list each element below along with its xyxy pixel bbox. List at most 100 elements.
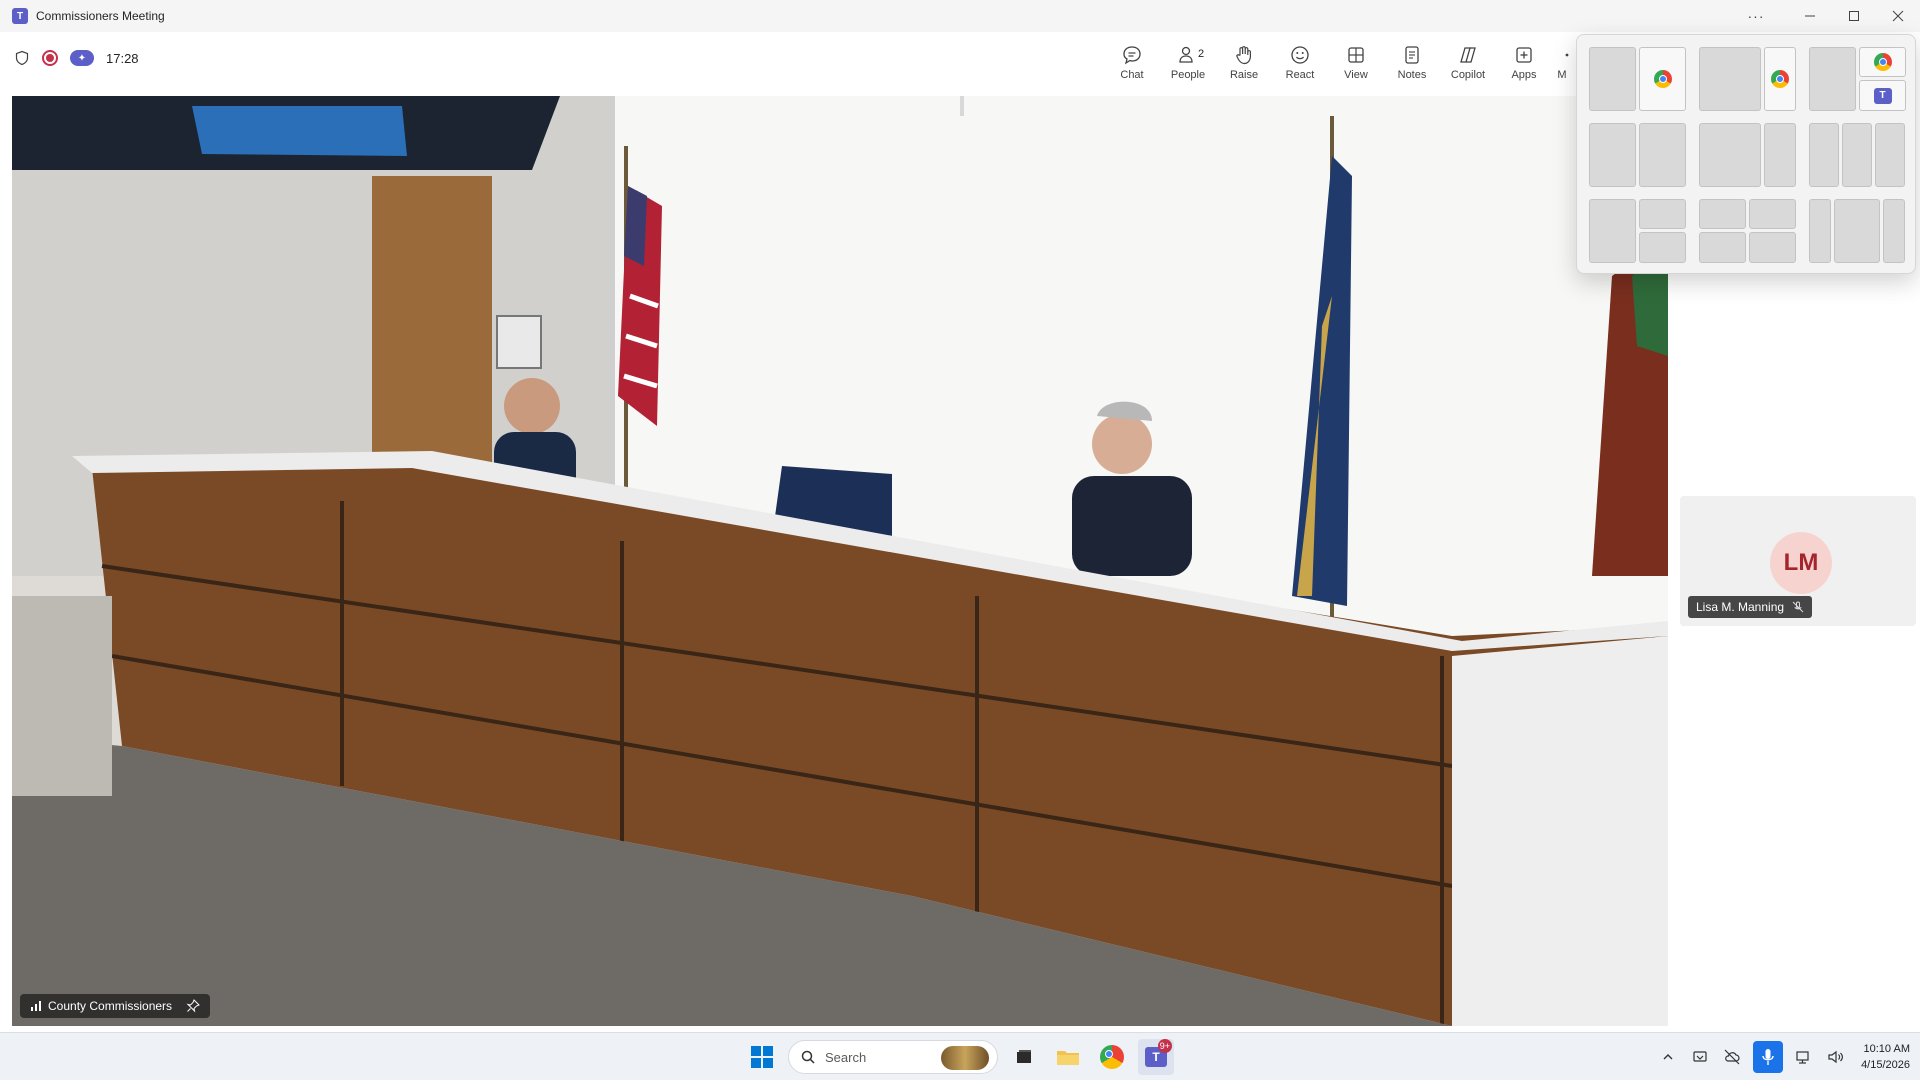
chrome-icon <box>1873 53 1892 71</box>
react-button[interactable]: React <box>1272 40 1328 84</box>
volume-button[interactable] <box>1825 1046 1847 1068</box>
ai-sparkle-icon[interactable]: ✦ <box>70 50 94 66</box>
snap-zone[interactable] <box>1809 123 1839 187</box>
snap-zone[interactable] <box>1883 199 1905 263</box>
snap-zone[interactable] <box>1859 47 1906 77</box>
network-button[interactable] <box>1793 1046 1815 1068</box>
more-actions-button[interactable]: M <box>1552 40 1572 84</box>
search-placeholder: Search <box>825 1049 867 1065</box>
stage-participant-name: County Commissioners <box>48 999 173 1013</box>
snap-column <box>1639 199 1686 263</box>
snap-zone[interactable] <box>1749 232 1796 263</box>
speaker-icon <box>1828 1050 1844 1064</box>
stage-participant-label: County Commissioners <box>20 994 211 1018</box>
snap-zone[interactable] <box>1699 47 1761 111</box>
snap-zone[interactable] <box>1639 47 1686 111</box>
taskview-button[interactable] <box>1006 1039 1042 1075</box>
clock-button[interactable]: 10:10 AM 4/15/2026 <box>1861 1041 1910 1073</box>
chat-label: Chat <box>1120 69 1144 81</box>
copilot-icon <box>1460 47 1476 63</box>
meeting-actions: Chat 2 People Raise React View Notes Cop… <box>1104 40 1572 84</box>
snap-zone[interactable]: T <box>1859 80 1906 111</box>
snap-zone[interactable] <box>1639 199 1686 229</box>
recording-icon[interactable] <box>42 50 58 66</box>
more-icon <box>1565 53 1569 57</box>
signal-icon <box>31 1001 41 1011</box>
close-icon <box>1892 10 1904 22</box>
main-video-stage[interactable]: County Commissioners <box>12 96 1668 1026</box>
start-button[interactable] <box>744 1039 780 1075</box>
snap-layout-two-thirds <box>1699 47 1796 111</box>
apps-button[interactable]: Apps <box>1496 40 1552 84</box>
snap-zone[interactable] <box>1809 47 1856 111</box>
clock-date: 4/15/2026 <box>1861 1059 1910 1071</box>
snap-zone[interactable] <box>1639 123 1686 187</box>
snap-zone[interactable] <box>1639 232 1686 263</box>
notes-button[interactable]: Notes <box>1384 40 1440 84</box>
snap-zone[interactable] <box>1809 199 1831 263</box>
snap-zone[interactable] <box>1834 199 1880 263</box>
microphone-in-use-button[interactable] <box>1753 1041 1784 1073</box>
minimize-button[interactable] <box>1788 0 1832 32</box>
view-button[interactable]: View <box>1328 40 1384 84</box>
system-tray: 10:10 AM 4/15/2026 <box>1657 1039 1910 1075</box>
teams-notification-badge: 9+ <box>1157 1039 1172 1053</box>
snap-layouts-flyout: T <box>1576 34 1916 274</box>
people-icon <box>1179 46 1193 63</box>
snap-layout-half-split <box>1589 199 1686 263</box>
more-options-button[interactable]: ··· <box>1734 0 1778 32</box>
snap-layout-wide-center <box>1809 199 1905 263</box>
shield-icon[interactable] <box>14 50 30 66</box>
snap-zone[interactable] <box>1875 123 1905 187</box>
people-count: 2 <box>1198 48 1205 60</box>
chat-button[interactable]: Chat <box>1104 40 1160 84</box>
maximize-icon <box>1849 11 1859 21</box>
snap-zone[interactable] <box>1842 123 1872 187</box>
minimize-icon <box>1805 15 1815 17</box>
teams-taskbar-button[interactable]: T 9+ <box>1138 1039 1174 1075</box>
folder-icon <box>1057 1051 1079 1065</box>
chat-icon <box>1123 46 1141 65</box>
search-icon <box>801 1050 815 1064</box>
meeting-timer: 17:28 <box>106 50 139 66</box>
snap-zone[interactable] <box>1589 47 1636 111</box>
snap-zone[interactable] <box>1764 123 1796 187</box>
maximize-button[interactable] <box>1832 0 1876 32</box>
snap-zone[interactable] <box>1589 123 1636 187</box>
participant-name: Lisa M. Manning <box>1696 600 1785 614</box>
chevron-up-icon <box>1663 1054 1673 1060</box>
taskbar-search-box[interactable]: Search <box>788 1040 998 1074</box>
window-title: Commissioners Meeting <box>36 9 165 23</box>
people-button[interactable]: 2 People <box>1160 40 1216 84</box>
notes-icon <box>1405 46 1419 64</box>
snap-column: T <box>1859 47 1906 111</box>
snap-layout-halves <box>1589 47 1686 111</box>
snap-zone[interactable] <box>1589 199 1636 263</box>
snap-zone[interactable] <box>1699 232 1746 263</box>
copilot-button[interactable]: Copilot <box>1440 40 1496 84</box>
show-hidden-icons-button[interactable] <box>1657 1046 1679 1068</box>
close-button[interactable] <box>1876 0 1920 32</box>
people-label: People <box>1170 69 1206 81</box>
pin-icon[interactable] <box>186 999 200 1013</box>
notes-label: Notes <box>1397 69 1427 81</box>
snap-zone[interactable] <box>1764 47 1796 111</box>
snap-zone[interactable] <box>1749 199 1796 229</box>
cloud-offline-button[interactable] <box>1721 1046 1743 1068</box>
chrome-taskbar-button[interactable] <box>1094 1039 1130 1075</box>
snap-zone[interactable] <box>1699 123 1761 187</box>
snap-layout-two-thirds-2 <box>1699 123 1796 187</box>
file-explorer-button[interactable] <box>1050 1039 1086 1075</box>
participant-tile[interactable]: LM Lisa M. Manning <box>1680 496 1916 626</box>
grid-icon <box>1348 47 1364 63</box>
raise-hand-button[interactable]: Raise <box>1216 40 1272 84</box>
teams-meeting-window: T Commissioners Meeting ··· ✦ 17:28 Chat… <box>0 0 1920 1032</box>
snap-zone[interactable] <box>1699 199 1746 229</box>
participant-name-tag: Lisa M. Manning <box>1688 596 1813 618</box>
chrome-icon <box>1100 1045 1124 1069</box>
teams-icon: T <box>1873 87 1892 104</box>
snap-layout-quarters <box>1699 199 1796 263</box>
participant-avatar: LM <box>1770 532 1832 594</box>
windows-logo-icon <box>751 1046 773 1068</box>
sync-button[interactable] <box>1689 1046 1711 1068</box>
